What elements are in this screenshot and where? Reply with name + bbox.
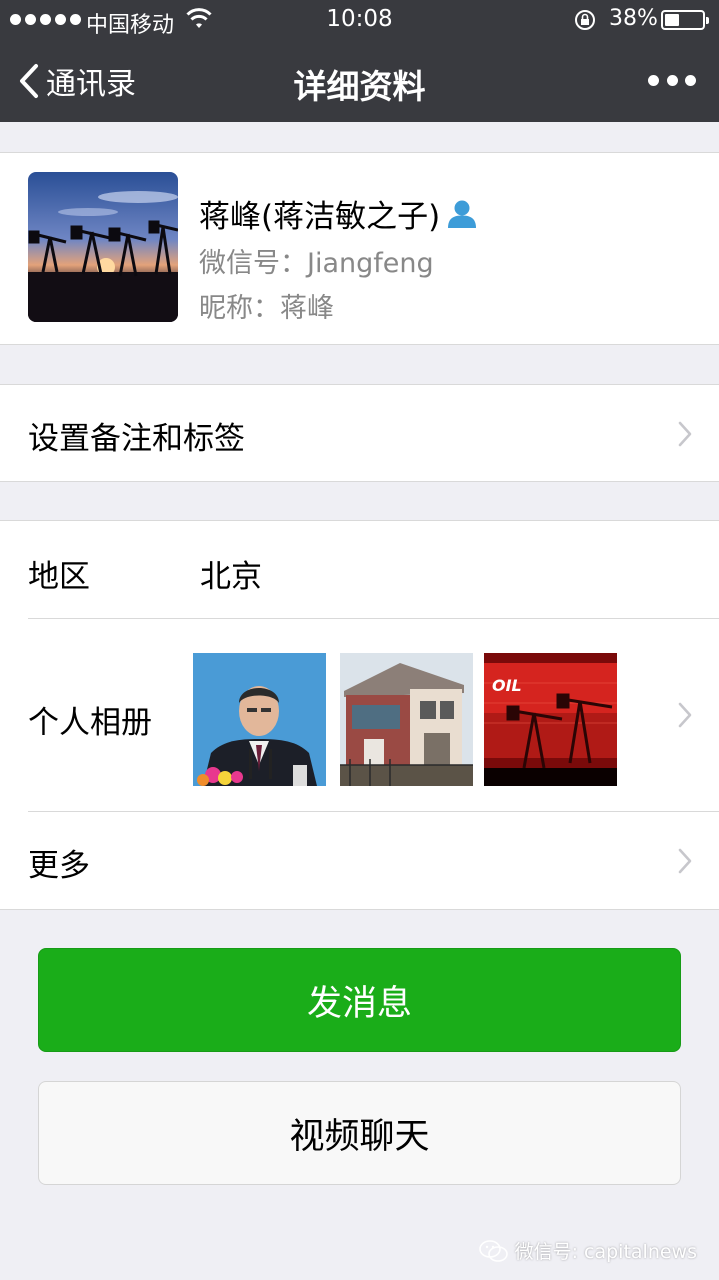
oil-sign-photo: OIL <box>484 653 617 786</box>
remark-and-tags-row[interactable]: 设置备注和标签 <box>0 384 719 482</box>
region-label: 地区 <box>28 559 90 595</box>
contact-name: 蒋峰(蒋洁敏之子) <box>199 199 441 235</box>
profile-card: 蒋峰(蒋洁敏之子) 微信号：Jiangfeng 昵称：蒋峰 <box>0 152 719 345</box>
battery-percent: 38% <box>609 6 658 31</box>
avatar[interactable] <box>28 172 178 322</box>
nickname: 昵称：蒋峰 <box>199 293 334 324</box>
top-bar: 中国移动 10:08 38% 通讯录 详细资料 <box>0 0 719 122</box>
battery-icon <box>661 10 709 30</box>
send-message-button[interactable]: 发消息 <box>38 948 681 1052</box>
chevron-right-icon <box>678 421 692 447</box>
contact-name-row: 蒋峰(蒋洁敏之子) <box>199 191 478 236</box>
personal-album-label: 个人相册 <box>28 705 152 741</box>
album-photo-2[interactable] <box>340 653 473 786</box>
rotation-lock-icon <box>575 10 595 30</box>
oil-pumps-photo <box>28 172 178 322</box>
album-photo-3[interactable]: OIL <box>484 653 617 786</box>
person-icon <box>448 200 477 228</box>
chevron-right-icon <box>678 848 692 874</box>
more-label: 更多 <box>28 848 90 884</box>
remark-and-tags-label: 设置备注和标签 <box>28 421 245 457</box>
more-options-icon[interactable] <box>648 68 696 92</box>
page-title: 详细资料 <box>293 67 426 106</box>
more-row[interactable]: 更多 <box>0 812 719 909</box>
video-chat-button[interactable]: 视频聊天 <box>38 1081 681 1185</box>
official-portrait-photo <box>193 653 326 786</box>
wechat-logo-icon <box>478 1239 508 1262</box>
personal-album-row[interactable]: 个人相册 OIL <box>0 619 719 811</box>
navigation-bar: 通讯录 详细资料 <box>0 40 719 122</box>
wechat-id: 微信号：Jiangfeng <box>199 248 434 279</box>
status-bar: 中国移动 10:08 38% <box>0 0 719 40</box>
watermark-text: 微信号: capitalnews <box>514 1241 697 1263</box>
oil-sign-text: OIL <box>492 676 522 695</box>
watermark: 微信号: capitalnews <box>478 1237 697 1264</box>
album-photo-1[interactable] <box>193 653 326 786</box>
chevron-right-icon <box>678 702 692 728</box>
details-group: 地区 北京 个人相册 OIL 更多 <box>0 520 719 910</box>
region-value: 北京 <box>200 559 262 595</box>
house-photo <box>340 653 473 786</box>
